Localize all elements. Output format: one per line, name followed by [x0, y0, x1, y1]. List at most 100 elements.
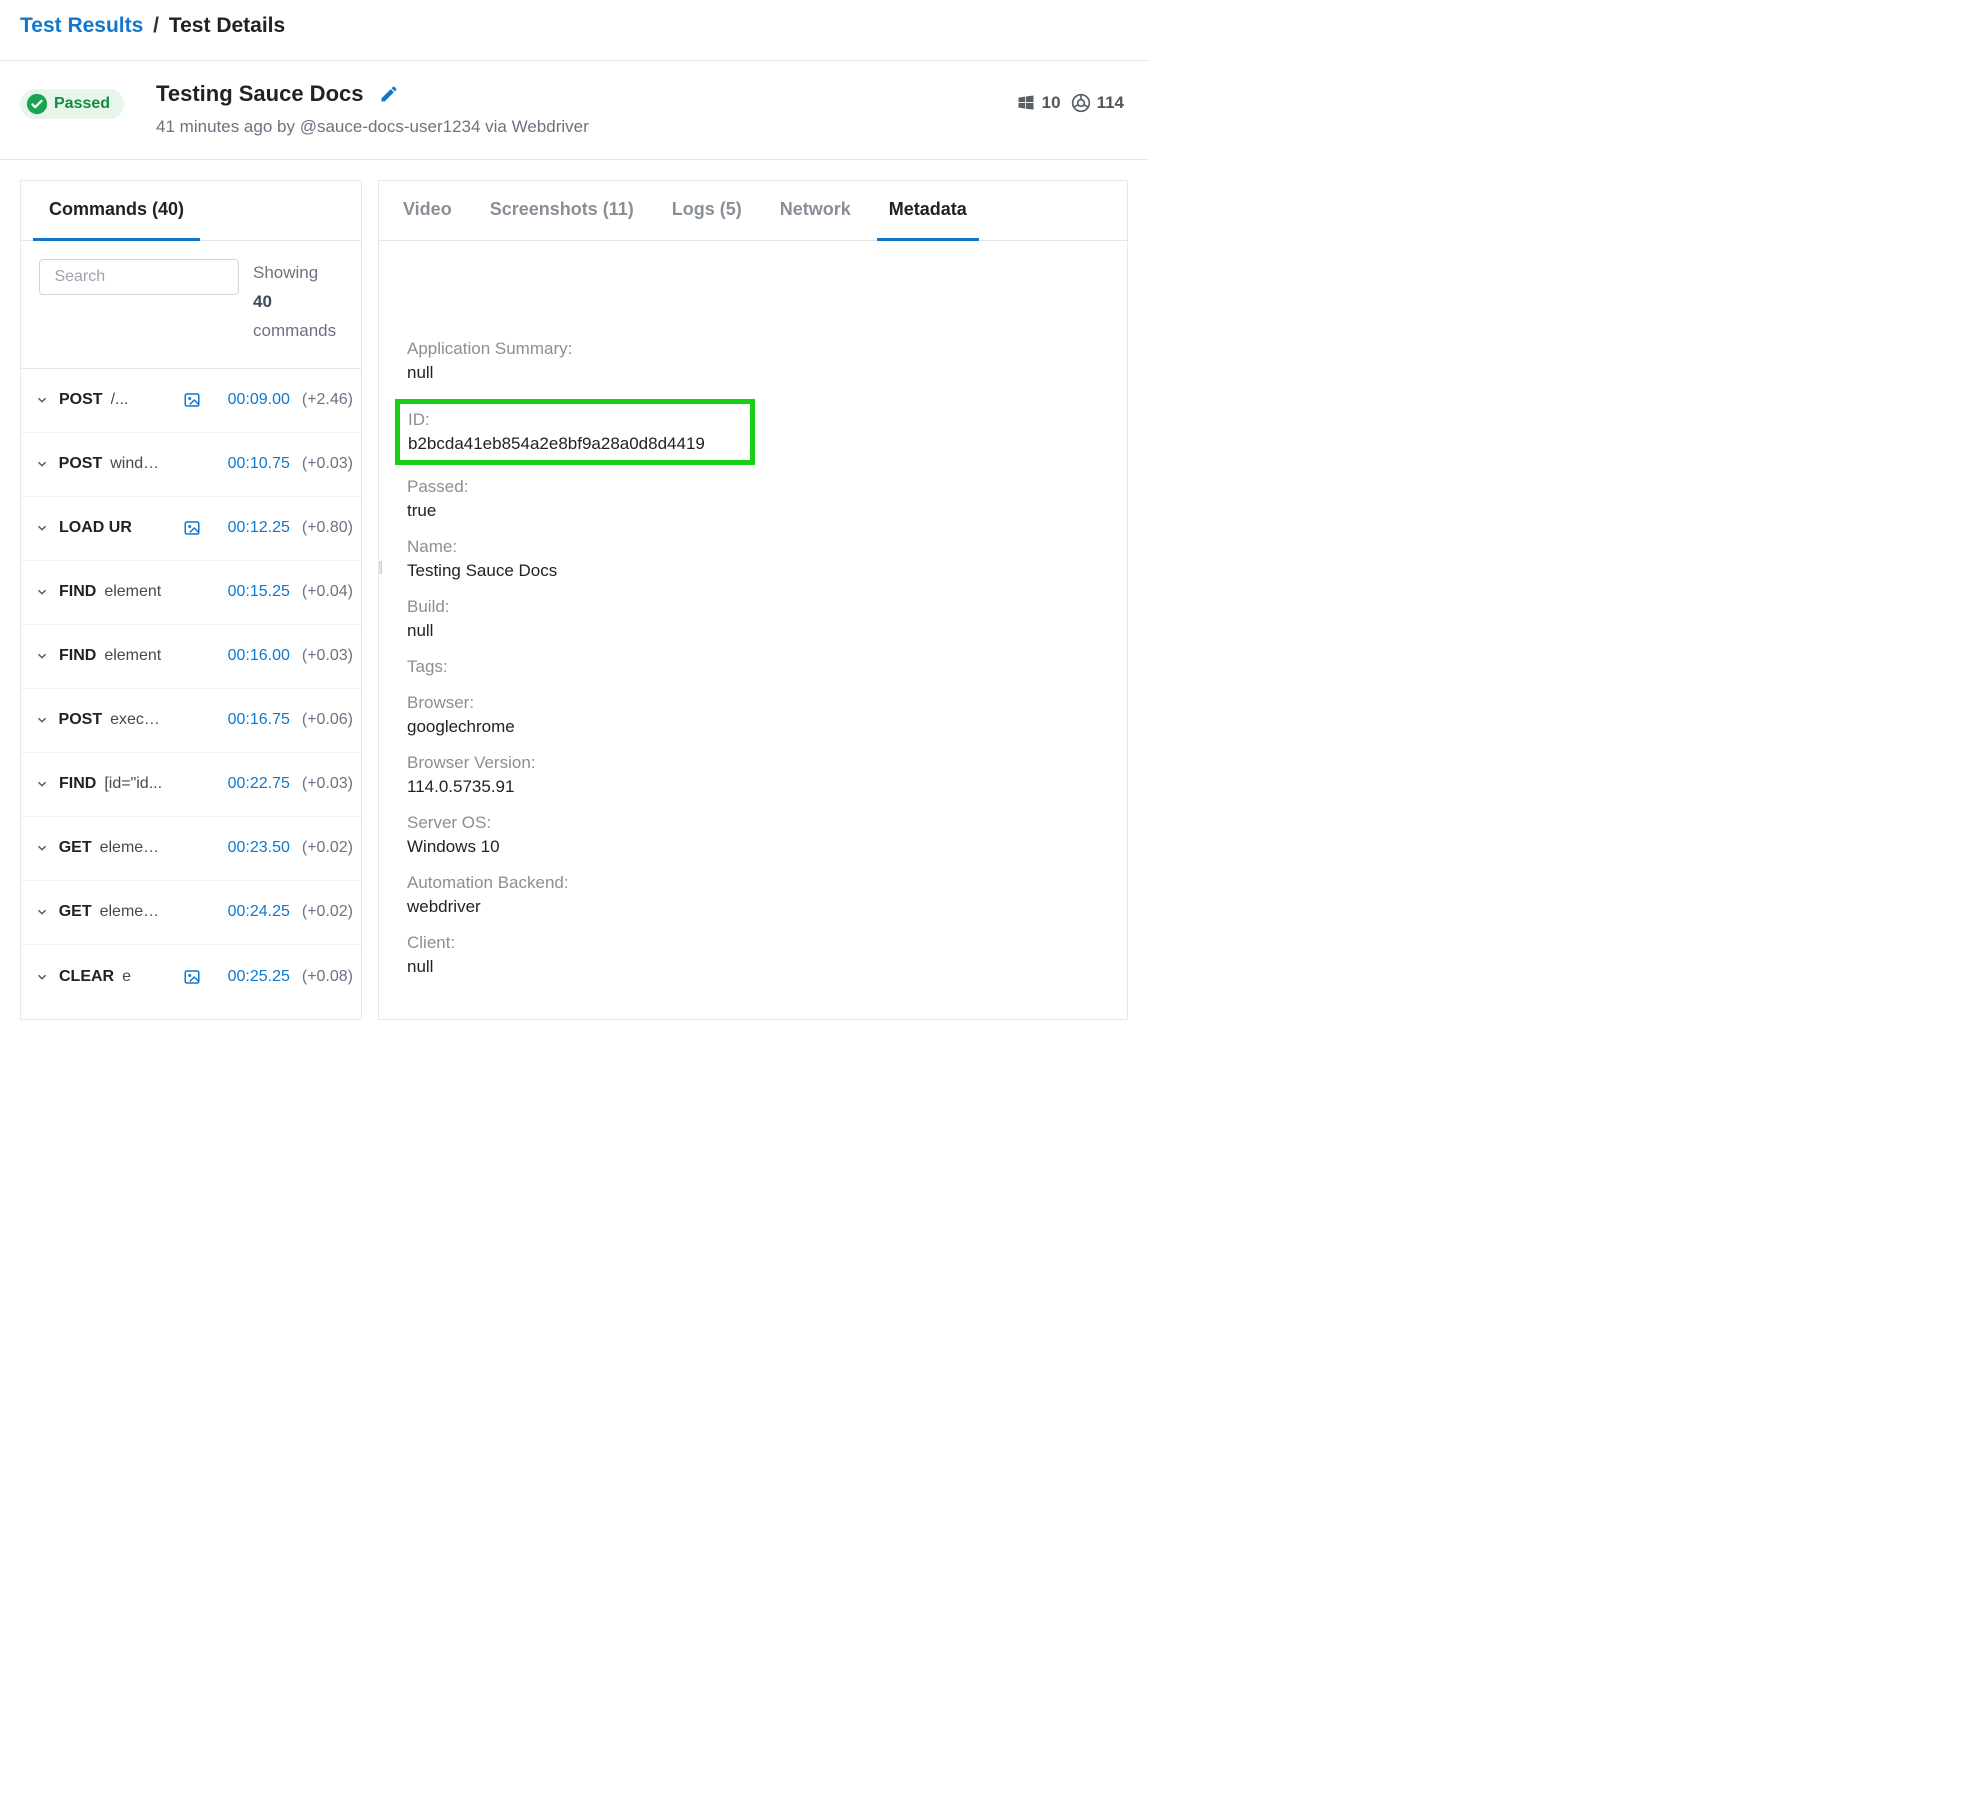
command-row[interactable]: LOAD UR 00:12.25 (+0.80): [21, 497, 361, 561]
command-time: 00:09.00: [216, 391, 290, 409]
command-method: POST: [59, 391, 103, 409]
breadcrumb-separator: /: [153, 14, 159, 37]
chevron-down-icon: [35, 905, 51, 919]
os-version: 10: [1042, 93, 1061, 113]
chevron-down-icon: [35, 457, 51, 471]
tab-screenshots[interactable]: Screenshots (11): [478, 181, 646, 240]
chrome-icon: [1071, 93, 1091, 113]
chevron-down-icon: [35, 393, 51, 407]
command-delta: (+0.02): [302, 903, 353, 921]
tab-network[interactable]: Network: [768, 181, 863, 240]
chevron-down-icon: [35, 521, 51, 535]
meta-app-summary: Application Summary: null: [407, 339, 1099, 383]
command-row[interactable]: FINDelement00:16.00(+0.03): [21, 625, 361, 689]
command-delta: (+0.06): [302, 711, 353, 729]
command-row[interactable]: CLEAR e 00:25.25 (+0.08): [21, 945, 361, 1009]
breadcrumb: Test Results / Test Details: [0, 0, 1148, 61]
screenshot-icon[interactable]: [182, 519, 202, 537]
command-path: /...: [111, 391, 129, 409]
command-path: execu...: [110, 711, 164, 729]
browser-version: 114: [1097, 93, 1124, 113]
chevron-down-icon: [35, 841, 51, 855]
status-label: Passed: [54, 95, 110, 113]
commands-panel: Commands (40) Showing 40 commands POST /.…: [20, 180, 362, 1020]
command-method: GET: [59, 903, 92, 921]
meta-server-os: Server OS: Windows 10: [407, 813, 1099, 857]
test-title: Testing Sauce Docs: [156, 81, 363, 107]
command-list[interactable]: POST /... 00:09.00 (+2.46) POST windo... 00:10…: [21, 369, 361, 1009]
meta-build: Build: null: [407, 597, 1099, 641]
command-time: 00:23.50: [216, 839, 290, 857]
meta-browser-version: Browser Version: 114.0.5735.91: [407, 753, 1099, 797]
command-path: e: [122, 968, 131, 986]
command-method: CLEAR: [59, 968, 114, 986]
commands-tab[interactable]: Commands (40): [33, 181, 200, 241]
meta-tags: Tags:: [407, 657, 1099, 677]
command-row[interactable]: FIND [id="id... 00:22.75 (+0.03): [21, 753, 361, 817]
details-panel: Video Screenshots (11) Logs (5) Network …: [378, 180, 1128, 1020]
command-time: 00:25.25: [216, 968, 290, 986]
status-badge: Passed: [20, 89, 124, 119]
command-time: 00:15.25: [216, 583, 290, 601]
test-subtitle: 41 minutes ago by @sauce-docs-user1234 v…: [156, 117, 1016, 137]
command-method: POST: [59, 455, 103, 473]
command-path: elemen...: [100, 839, 165, 857]
tab-video[interactable]: Video: [391, 181, 464, 240]
breadcrumb-parent-link[interactable]: Test Results: [20, 14, 143, 37]
splitter-handle[interactable]: ||: [378, 558, 381, 574]
tab-metadata[interactable]: Metadata: [877, 181, 979, 241]
command-time: 00:10.75: [216, 455, 290, 473]
chevron-down-icon: [35, 970, 51, 984]
command-time: 00:16.00: [216, 647, 290, 665]
command-method: FIND: [59, 647, 96, 665]
check-circle-icon: [26, 93, 48, 115]
command-delta: (+0.02): [302, 839, 353, 857]
command-delta: (+0.80): [302, 519, 353, 537]
command-row[interactable]: FIND element 00:15.25 (+0.04): [21, 561, 361, 625]
command-delta: (+2.46): [302, 391, 353, 409]
meta-client: Client: null: [407, 933, 1099, 977]
command-delta: (+0.03): [302, 775, 353, 793]
command-delta: (+0.04): [302, 583, 353, 601]
command-delta: (+0.08): [302, 968, 353, 986]
command-time: 00:12.25: [216, 519, 290, 537]
command-row[interactable]: GETelemen...00:24.25(+0.02): [21, 881, 361, 945]
command-method: LOAD UR: [59, 519, 132, 537]
screenshot-icon[interactable]: [182, 968, 202, 986]
breadcrumb-current: Test Details: [169, 14, 285, 37]
command-path: [id="id...: [104, 775, 162, 793]
command-time: 00:16.75: [216, 711, 290, 729]
command-search[interactable]: [39, 259, 239, 295]
showing-count: Showing 40 commands: [253, 259, 336, 346]
meta-automation-backend: Automation Backend: webdriver: [407, 873, 1099, 917]
command-path: element: [104, 647, 161, 665]
tab-logs[interactable]: Logs (5): [660, 181, 754, 240]
command-method: POST: [59, 711, 103, 729]
command-time: 00:22.75: [216, 775, 290, 793]
command-row[interactable]: POST /... 00:09.00 (+2.46): [21, 369, 361, 433]
meta-browser: Browser: googlechrome: [407, 693, 1099, 737]
command-path: windo...: [110, 455, 164, 473]
command-path: element: [104, 583, 161, 601]
command-method: GET: [59, 839, 92, 857]
meta-id: ID: b2bcda41eb854a2e8bf9a28a0d8d4419: [408, 410, 742, 454]
command-row[interactable]: POST execu... 00:16.75 (+0.06): [21, 689, 361, 753]
command-delta: (+0.03): [302, 455, 353, 473]
command-row[interactable]: POST windo... 00:10.75 (+0.03): [21, 433, 361, 497]
meta-name: Name: Testing Sauce Docs: [407, 537, 1099, 581]
chevron-down-icon: [35, 777, 51, 791]
edit-icon[interactable]: [379, 84, 399, 104]
chevron-down-icon: [35, 585, 51, 599]
command-search-input[interactable]: [54, 268, 261, 286]
command-row[interactable]: GET elemen... 00:23.50 (+0.02): [21, 817, 361, 881]
chevron-down-icon: [35, 713, 51, 727]
environment-info: 10 114: [1016, 93, 1124, 113]
windows-icon: [1016, 93, 1036, 113]
command-method: FIND: [59, 775, 96, 793]
meta-id-highlight: ID: b2bcda41eb854a2e8bf9a28a0d8d4419: [395, 399, 755, 465]
command-time: 00:24.25: [216, 903, 290, 921]
meta-passed: Passed: true: [407, 477, 1099, 521]
screenshot-icon[interactable]: [182, 391, 202, 409]
command-method: FIND: [59, 583, 96, 601]
chevron-down-icon: [35, 649, 51, 663]
